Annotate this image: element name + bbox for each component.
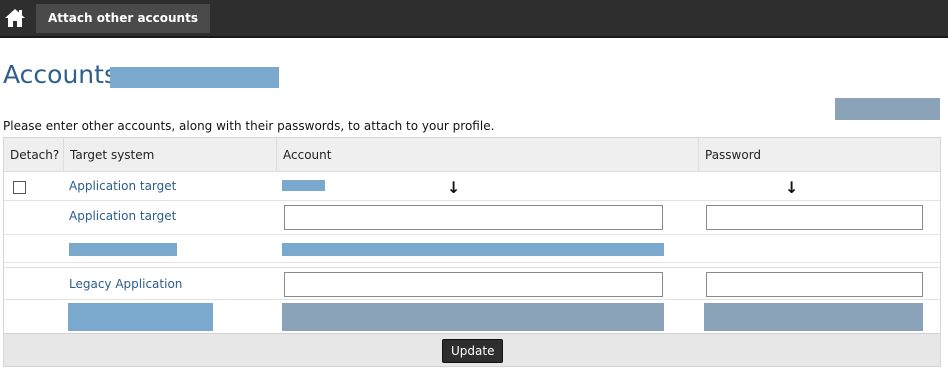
- redacted-account-value: [282, 180, 325, 191]
- column-header-target-system: Target system: [63, 138, 276, 172]
- table-row: Application target: [4, 201, 940, 235]
- table-row: [4, 300, 940, 333]
- target-system-link[interactable]: Legacy Application: [69, 277, 182, 291]
- password-input[interactable]: [706, 205, 923, 230]
- password-input[interactable]: [706, 272, 923, 297]
- accounts-table: Detach? Target system Account Password A…: [3, 137, 941, 367]
- arrow-down-icon: ↓: [785, 178, 799, 197]
- tab-attach-other-accounts[interactable]: Attach other accounts: [36, 4, 210, 33]
- table-row: [4, 235, 940, 263]
- account-input[interactable]: [284, 272, 663, 297]
- top-nav-bar: Attach other accounts: [0, 0, 948, 38]
- table-header: Detach? Target system Account Password: [4, 138, 940, 172]
- redacted-account-value: [282, 243, 664, 256]
- table-row: Application target ↓ ↓: [4, 172, 940, 201]
- instruction-text: Please enter other accounts, along with …: [3, 119, 495, 133]
- target-system-link[interactable]: Application target: [69, 209, 176, 223]
- detach-checkbox[interactable]: [13, 181, 26, 194]
- column-header-password: Password: [698, 138, 940, 172]
- page-title: Accounts: [3, 60, 117, 89]
- redacted-target-system: [69, 243, 177, 256]
- account-input[interactable]: [284, 205, 663, 230]
- table-row: Legacy Application: [4, 267, 940, 300]
- redacted-username: [110, 67, 279, 88]
- arrow-down-icon: ↓: [447, 178, 461, 197]
- redacted-password-field[interactable]: [704, 303, 923, 331]
- column-header-detach: Detach?: [10, 148, 60, 162]
- update-button[interactable]: Update: [442, 339, 504, 363]
- redacted-account-field[interactable]: [282, 303, 664, 331]
- column-header-account: Account: [276, 138, 698, 172]
- table-footer: Update: [4, 333, 940, 366]
- home-icon[interactable]: [4, 8, 26, 28]
- redacted-target-system: [68, 303, 213, 331]
- redacted-action-button[interactable]: [835, 98, 940, 120]
- target-system-link[interactable]: Application target: [69, 179, 176, 193]
